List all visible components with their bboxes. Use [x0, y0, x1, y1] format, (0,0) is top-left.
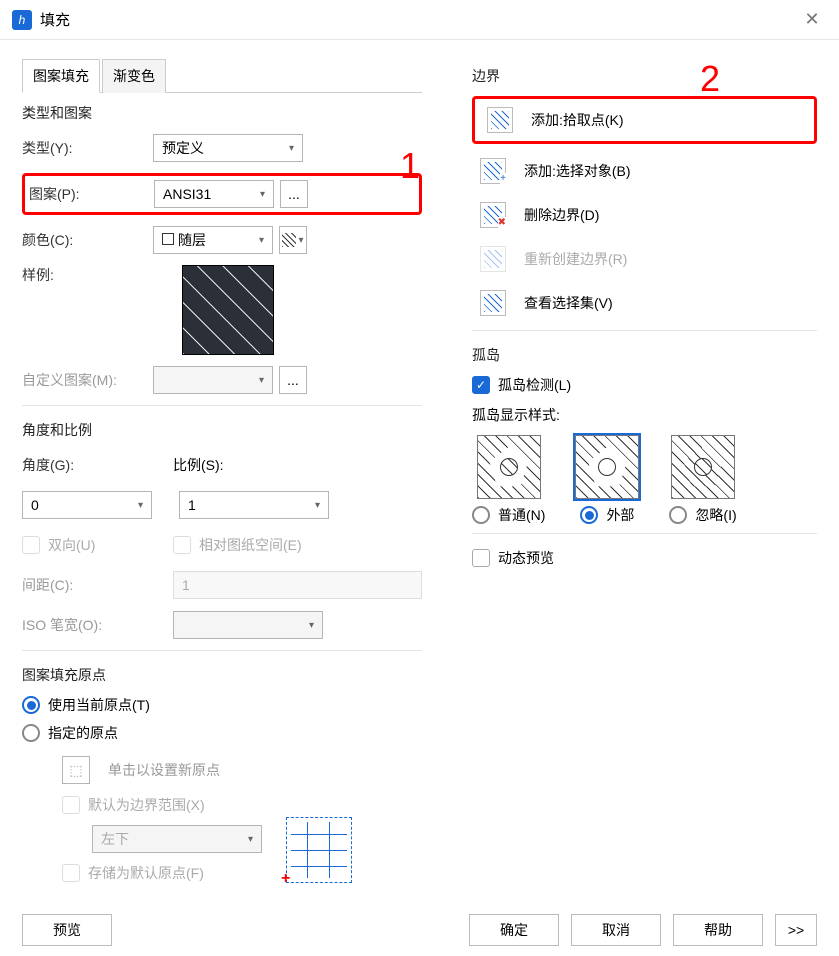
bidir-checkbox: 双向(U) — [22, 535, 167, 555]
section-angle-scale: 角度和比例 — [22, 420, 422, 440]
sample-label: 样例: — [22, 265, 147, 285]
angle-label: 角度(G): — [22, 455, 167, 475]
view-selection-icon — [480, 290, 506, 316]
tab-pattern-fill[interactable]: 图案填充 — [22, 59, 100, 93]
section-type-pattern: 类型和图案 — [22, 103, 422, 123]
default-extent-checkbox: 默认为边界范围(X) — [62, 795, 422, 815]
dynamic-preview-checkbox[interactable]: 动态预览 — [472, 548, 817, 568]
remove-boundary-icon: ✖ — [480, 202, 506, 228]
origin-corner-select: 左下▾ — [92, 825, 262, 853]
pattern-select[interactable]: ANSI31▾ — [154, 180, 274, 208]
add-select-objects-button[interactable]: + 添加:选择对象(B) — [472, 154, 817, 188]
remove-boundaries-button[interactable]: ✖ 删除边界(D) — [472, 198, 817, 232]
pattern-browse-button[interactable]: ... — [280, 180, 308, 208]
tab-gradient[interactable]: 渐变色 — [102, 59, 166, 93]
click-set-origin-label: 单击以设置新原点 — [108, 760, 220, 780]
color-select[interactable]: 随层▾ — [153, 226, 273, 254]
section-boundary: 边界 — [472, 66, 817, 86]
help-button[interactable]: 帮助 — [673, 914, 763, 946]
island-style-ignore[interactable]: 忽略(I) — [669, 435, 736, 525]
pattern-preview — [182, 265, 274, 355]
color-label: 颜色(C): — [22, 230, 147, 250]
rel-paper-checkbox: 相对图纸空间(E) — [173, 535, 302, 555]
custom-pattern-label: 自定义图案(M): — [22, 370, 147, 390]
island-style-label: 孤岛显示样式: — [472, 405, 817, 425]
type-label: 类型(Y): — [22, 138, 147, 158]
select-object-icon: + — [480, 158, 506, 184]
scale-select[interactable]: 1▾ — [179, 491, 329, 519]
app-icon: h — [12, 10, 32, 30]
island-style-outer[interactable]: 外部 — [575, 435, 639, 525]
preview-button[interactable]: 预览 — [22, 914, 112, 946]
section-origin: 图案填充原点 — [22, 665, 422, 685]
pattern-label: 图案(P): — [29, 184, 148, 204]
use-current-origin-radio[interactable]: 使用当前原点(T) — [22, 695, 422, 715]
store-default-origin-checkbox: 存储为默认原点(F) — [62, 863, 422, 883]
type-select[interactable]: 预定义▾ — [153, 134, 303, 162]
add-pick-points-button[interactable]: 添加:拾取点(K) — [479, 103, 810, 137]
hatch-swatch-icon — [282, 233, 296, 247]
custom-pattern-select: ▾ — [153, 366, 273, 394]
spacing-label: 间距(C): — [22, 575, 167, 595]
ok-button[interactable]: 确定 — [469, 914, 559, 946]
origin-preview-icon — [286, 817, 352, 883]
set-new-origin-button[interactable]: ⬚ — [62, 756, 90, 784]
tab-bar: 图案填充 渐变色 — [22, 58, 422, 93]
view-selection-button[interactable]: 查看选择集(V) — [472, 286, 817, 320]
scale-label: 比例(S): — [173, 455, 422, 475]
custom-pattern-browse[interactable]: ... — [279, 366, 307, 394]
recreate-boundaries-button: 重新创建边界(R) — [472, 242, 817, 276]
window-title: 填充 — [40, 9, 797, 30]
color-hatch-button[interactable]: ▾ — [279, 226, 307, 254]
footer: 预览 确定 取消 帮助 >> — [22, 914, 817, 946]
island-detection-checkbox[interactable]: ✓孤岛检测(L) — [472, 375, 817, 395]
spacing-input: 1 — [173, 571, 422, 599]
island-style-normal[interactable]: 普通(N) — [472, 435, 545, 525]
pick-point-icon — [487, 107, 513, 133]
iso-pen-label: ISO 笔宽(O): — [22, 615, 167, 635]
section-islands: 孤岛 — [472, 345, 817, 365]
cancel-button[interactable]: 取消 — [571, 914, 661, 946]
specified-origin-radio[interactable]: 指定的原点 — [22, 723, 422, 743]
close-button[interactable]: ✕ — [797, 5, 827, 35]
angle-select[interactable]: 0▾ — [22, 491, 152, 519]
expand-button[interactable]: >> — [775, 914, 817, 946]
iso-pen-select: ▾ — [173, 611, 323, 639]
recreate-boundary-icon — [480, 246, 506, 272]
title-bar: h 填充 ✕ — [0, 0, 839, 40]
